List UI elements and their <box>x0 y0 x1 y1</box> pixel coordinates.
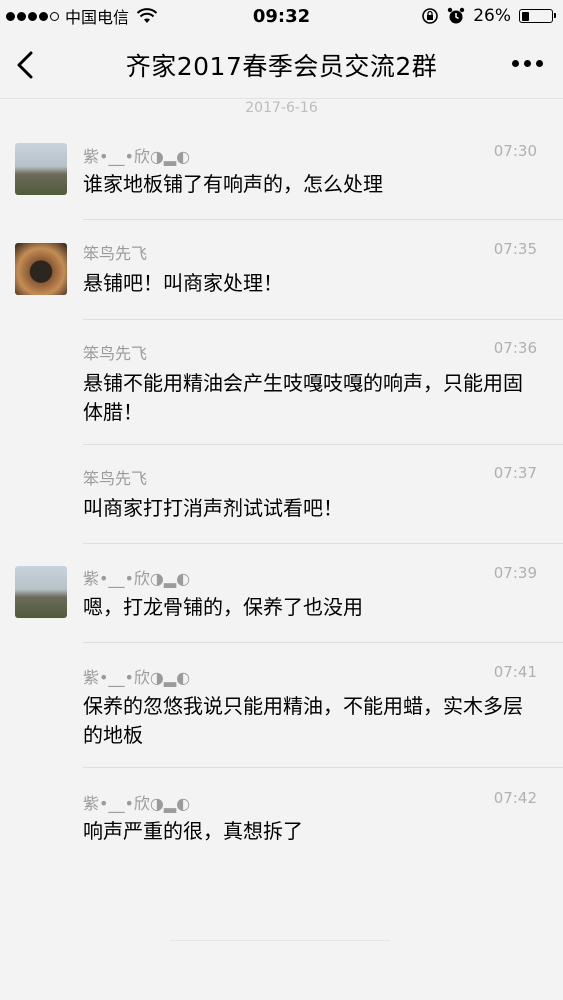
chat-title: 齐家2017春季会员交流2群 <box>125 52 438 81</box>
alarm-icon <box>448 7 465 24</box>
back-chevron-icon[interactable] <box>14 49 38 81</box>
message-time: 07:36 <box>493 339 537 357</box>
message-text: 响声严重的很，真想拆了 <box>83 819 303 843</box>
sender-name: 紫•__•欣◑▂◐ <box>83 668 191 687</box>
message-time: 07:30 <box>493 142 537 160</box>
avatar[interactable] <box>15 143 67 195</box>
message-text: 谁家地板铺了有响声的，怎么处理 <box>83 172 383 196</box>
sender-name: 笨鸟先飞 <box>83 344 148 363</box>
divider <box>83 543 563 544</box>
divider <box>83 219 563 220</box>
message-time: 07:41 <box>493 663 537 681</box>
divider <box>83 767 563 768</box>
divider <box>83 319 563 320</box>
message-text: 嗯，打龙骨铺的，保养了也没用 <box>83 595 363 619</box>
avatar[interactable] <box>15 566 67 618</box>
nav-bar: 齐家2017春季会员交流2群 <box>0 32 563 99</box>
date-separator: 2017-6-16 <box>245 100 318 116</box>
sender-name: 紫•__•欣◑▂◐ <box>83 569 191 588</box>
message-time: 07:37 <box>493 464 537 482</box>
message-time: 07:42 <box>493 789 537 807</box>
scroll-indicator <box>170 940 390 941</box>
divider <box>83 444 563 445</box>
battery-icon <box>519 9 556 23</box>
sender-name: 紫•__•欣◑▂◐ <box>83 147 191 166</box>
sender-name: 紫•__•欣◑▂◐ <box>83 794 191 813</box>
avatar[interactable] <box>15 243 67 295</box>
message-text: 保养的忽悠我说只能用精油，不能用蜡，实木多层的地板 <box>83 694 523 747</box>
more-options-icon[interactable] <box>512 60 543 67</box>
sender-name: 笨鸟先飞 <box>83 469 148 488</box>
sender-name: 笨鸟先飞 <box>83 244 148 263</box>
message-time: 07:39 <box>493 564 537 582</box>
message-text: 叫商家打打消声剂试试看吧！ <box>83 496 343 520</box>
battery-percent: 26% <box>473 6 511 26</box>
divider <box>83 642 563 643</box>
status-bar: 中国电信 09:32 26% <box>0 0 563 32</box>
orientation-lock-icon <box>422 8 439 24</box>
message-text: 悬铺不能用精油会产生吱嘎吱嘎的响声，只能用固体腊！ <box>83 371 523 424</box>
message-time: 07:35 <box>493 240 537 258</box>
message-text: 悬铺吧！叫商家处理！ <box>83 271 283 295</box>
